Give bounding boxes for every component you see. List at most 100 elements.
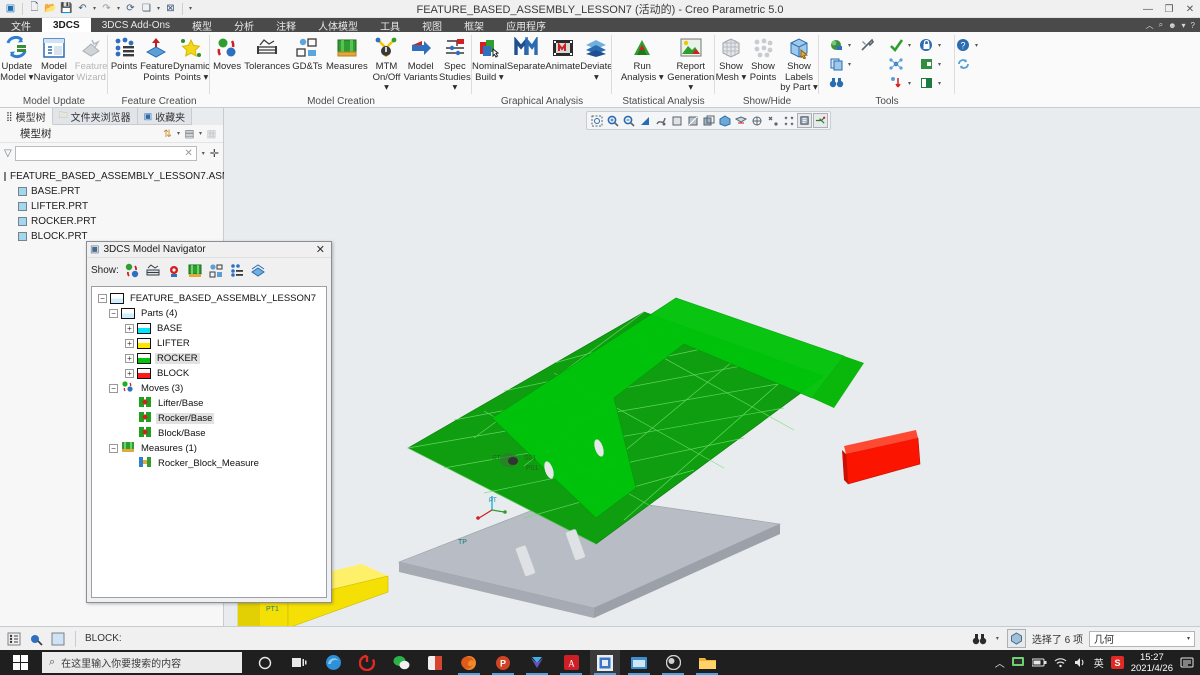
shading-icon[interactable] bbox=[685, 113, 700, 128]
tab-applications[interactable]: 应用程序 bbox=[495, 18, 557, 33]
tool-check-button[interactable]: ▾ bbox=[888, 37, 913, 53]
gdts-button[interactable]: GD&Ts bbox=[290, 35, 324, 73]
window-dropdown-icon[interactable]: ▾ bbox=[155, 5, 162, 12]
saved-orientations-icon[interactable] bbox=[653, 113, 668, 128]
run-analysis-button[interactable]: Run Analysis ▾ bbox=[618, 35, 667, 83]
360-browser-icon[interactable] bbox=[352, 650, 382, 675]
tool-help-button[interactable]: ? ▾ bbox=[955, 37, 980, 53]
tool-copy-button[interactable]: ▾ bbox=[828, 56, 853, 72]
expander-icon[interactable]: − bbox=[109, 309, 118, 318]
app-icon[interactable] bbox=[522, 650, 552, 675]
edge-icon[interactable] bbox=[318, 650, 348, 675]
close-icon[interactable]: ✕ bbox=[313, 243, 328, 256]
graphics-viewport[interactable]: ST S01 P01 TP PT PT1 bbox=[224, 108, 1200, 626]
spin-center-icon[interactable] bbox=[813, 113, 828, 128]
datum-points-icon[interactable] bbox=[765, 113, 780, 128]
acrobat-icon[interactable]: A bbox=[556, 650, 586, 675]
regenerate-button[interactable]: ⟳ bbox=[123, 1, 138, 16]
measures-button[interactable]: Measures bbox=[324, 35, 369, 73]
creo-icon[interactable] bbox=[590, 650, 620, 675]
open-file-button[interactable]: 📂 bbox=[43, 1, 58, 16]
ribbon-search-icon[interactable]: ⌕ bbox=[1159, 20, 1163, 30]
tray-ime-icon[interactable]: 英 bbox=[1094, 655, 1104, 670]
tool-network-button[interactable] bbox=[888, 56, 913, 72]
tool-refresh-button[interactable] bbox=[955, 56, 980, 72]
points-button[interactable]: Points bbox=[108, 35, 140, 73]
tray-expand-icon[interactable]: ︿ bbox=[995, 655, 1005, 670]
task-view-icon[interactable] bbox=[284, 650, 314, 675]
tool-import-button[interactable]: ▾ bbox=[828, 37, 853, 53]
display-style-icon[interactable] bbox=[669, 113, 684, 128]
tab-model-tree[interactable]: ⣿ 模型树 bbox=[0, 108, 53, 125]
tree-columns-icon[interactable]: ▦ bbox=[204, 126, 219, 141]
datum-axes-icon[interactable] bbox=[749, 113, 764, 128]
search-input[interactable]: ✕ bbox=[14, 145, 197, 161]
ribbon-account-icon[interactable]: ☻ bbox=[1168, 21, 1176, 30]
taskbar-search-input[interactable]: ⌕ 在这里输入你要搜索的内容 bbox=[42, 652, 242, 673]
obs-icon[interactable] bbox=[658, 650, 688, 675]
tree-item-lifter[interactable]: LIFTER.PRT bbox=[4, 199, 223, 214]
binoculars-icon[interactable] bbox=[971, 630, 988, 647]
nav-node-measures[interactable]: − Measures (1) bbox=[96, 441, 326, 456]
animate-button[interactable]: Animate bbox=[545, 35, 580, 73]
report-generation-button[interactable]: Report Generation ▾ bbox=[667, 35, 716, 94]
refit-icon[interactable] bbox=[589, 113, 604, 128]
tab-tools[interactable]: 工具 bbox=[369, 18, 411, 33]
nav-node-lifter[interactable]: + LIFTER bbox=[96, 336, 326, 351]
zoom-out-icon[interactable] bbox=[621, 113, 636, 128]
tab-wenjian[interactable]: 文件 bbox=[0, 18, 42, 33]
chevron-down-icon[interactable]: ▾ bbox=[936, 61, 943, 68]
explorer-window-icon[interactable] bbox=[624, 650, 654, 675]
tab-framework[interactable]: 框架 bbox=[453, 18, 495, 33]
feature-points-button[interactable]: Feature Points bbox=[140, 35, 173, 83]
model-navigator-button[interactable]: Model Navigator bbox=[34, 35, 74, 83]
update-model-button[interactable]: Update Model ▾ bbox=[0, 35, 34, 83]
windows-start-icon[interactable] bbox=[0, 650, 40, 675]
selection-filter-select[interactable]: 几何 ▾ bbox=[1089, 630, 1195, 647]
show-points-icon[interactable] bbox=[206, 261, 226, 280]
spec-studies-button[interactable]: Spec Studies ▾ bbox=[438, 35, 472, 94]
undo-dropdown-icon[interactable]: ▾ bbox=[91, 5, 98, 12]
chevron-down-icon[interactable]: ▾ bbox=[846, 42, 853, 49]
ribbon-collapse-icon[interactable]: ︿ bbox=[1146, 20, 1154, 31]
show-mesh-icon[interactable] bbox=[248, 261, 268, 280]
show-points-button[interactable]: Show Points bbox=[747, 35, 779, 83]
chevron-down-icon[interactable]: ▾ bbox=[175, 130, 182, 137]
expander-icon[interactable]: − bbox=[98, 294, 107, 303]
new-file-button[interactable]: 🗋 bbox=[27, 1, 42, 16]
tab-view[interactable]: 视图 bbox=[411, 18, 453, 33]
dynamic-points-button[interactable]: Dynamic Points ▾ bbox=[173, 35, 210, 83]
tray-screen-icon[interactable] bbox=[1011, 656, 1025, 669]
nominal-build-button[interactable]: Nominal Build ▾ bbox=[472, 35, 507, 83]
show-tolerances-icon[interactable] bbox=[143, 261, 163, 280]
model-variants-button[interactable]: Model Variants bbox=[404, 35, 438, 83]
tolerances-button[interactable]: Tolerances bbox=[244, 35, 290, 73]
tree-item-base[interactable]: BASE.PRT bbox=[4, 184, 223, 199]
nav-node-assembly[interactable]: − FEATURE_BASED_ASSEMBLY_LESSON7 bbox=[96, 291, 326, 306]
deviate-button[interactable]: Deviate ▾ bbox=[580, 35, 613, 83]
tab-favorites[interactable]: ▣ 收藏夹 bbox=[137, 108, 193, 125]
nav-node-base[interactable]: + BASE bbox=[96, 321, 326, 336]
nav-node-rocker-base[interactable]: Rocker/Base bbox=[96, 411, 326, 426]
model-navigator-dialog[interactable]: ▣ 3DCS Model Navigator ✕ Show: − FEATURE… bbox=[86, 241, 332, 603]
firefox-icon[interactable] bbox=[454, 650, 484, 675]
tool-database-button[interactable]: ▾ bbox=[918, 75, 943, 91]
tool-settings-button[interactable] bbox=[859, 37, 876, 53]
tool-measure-button[interactable]: ▾ bbox=[888, 75, 913, 91]
wechat-icon[interactable] bbox=[386, 650, 416, 675]
show-labels-by-part-button[interactable]: Show Labels by Part ▾ bbox=[779, 35, 819, 94]
repaint-icon[interactable] bbox=[637, 113, 652, 128]
expander-icon[interactable]: + bbox=[125, 354, 134, 363]
notification-icon[interactable] bbox=[1180, 656, 1194, 670]
tab-human-model[interactable]: 人体模型 bbox=[307, 18, 369, 33]
tree-filter-icon[interactable]: ⇅ bbox=[160, 126, 175, 141]
chevron-down-icon[interactable]: ▾ bbox=[973, 42, 980, 49]
restore-button[interactable]: ❐ bbox=[1163, 4, 1175, 15]
tree-item-assembly[interactable]: FEATURE_BASED_ASSEMBLY_LESSON7.ASM bbox=[4, 169, 230, 184]
chevron-down-icon[interactable]: ▾ bbox=[936, 42, 943, 49]
status-window-icon[interactable] bbox=[49, 630, 66, 647]
mtm-onoff-button[interactable]: MTM On/Off ▾ bbox=[369, 35, 403, 94]
taskbar-clock[interactable]: 15:27 2021/4/26 bbox=[1131, 652, 1173, 674]
redo-dropdown-icon[interactable]: ▾ bbox=[115, 5, 122, 12]
tab-3dcs-addons[interactable]: 3DCS Add-Ons bbox=[91, 18, 181, 32]
